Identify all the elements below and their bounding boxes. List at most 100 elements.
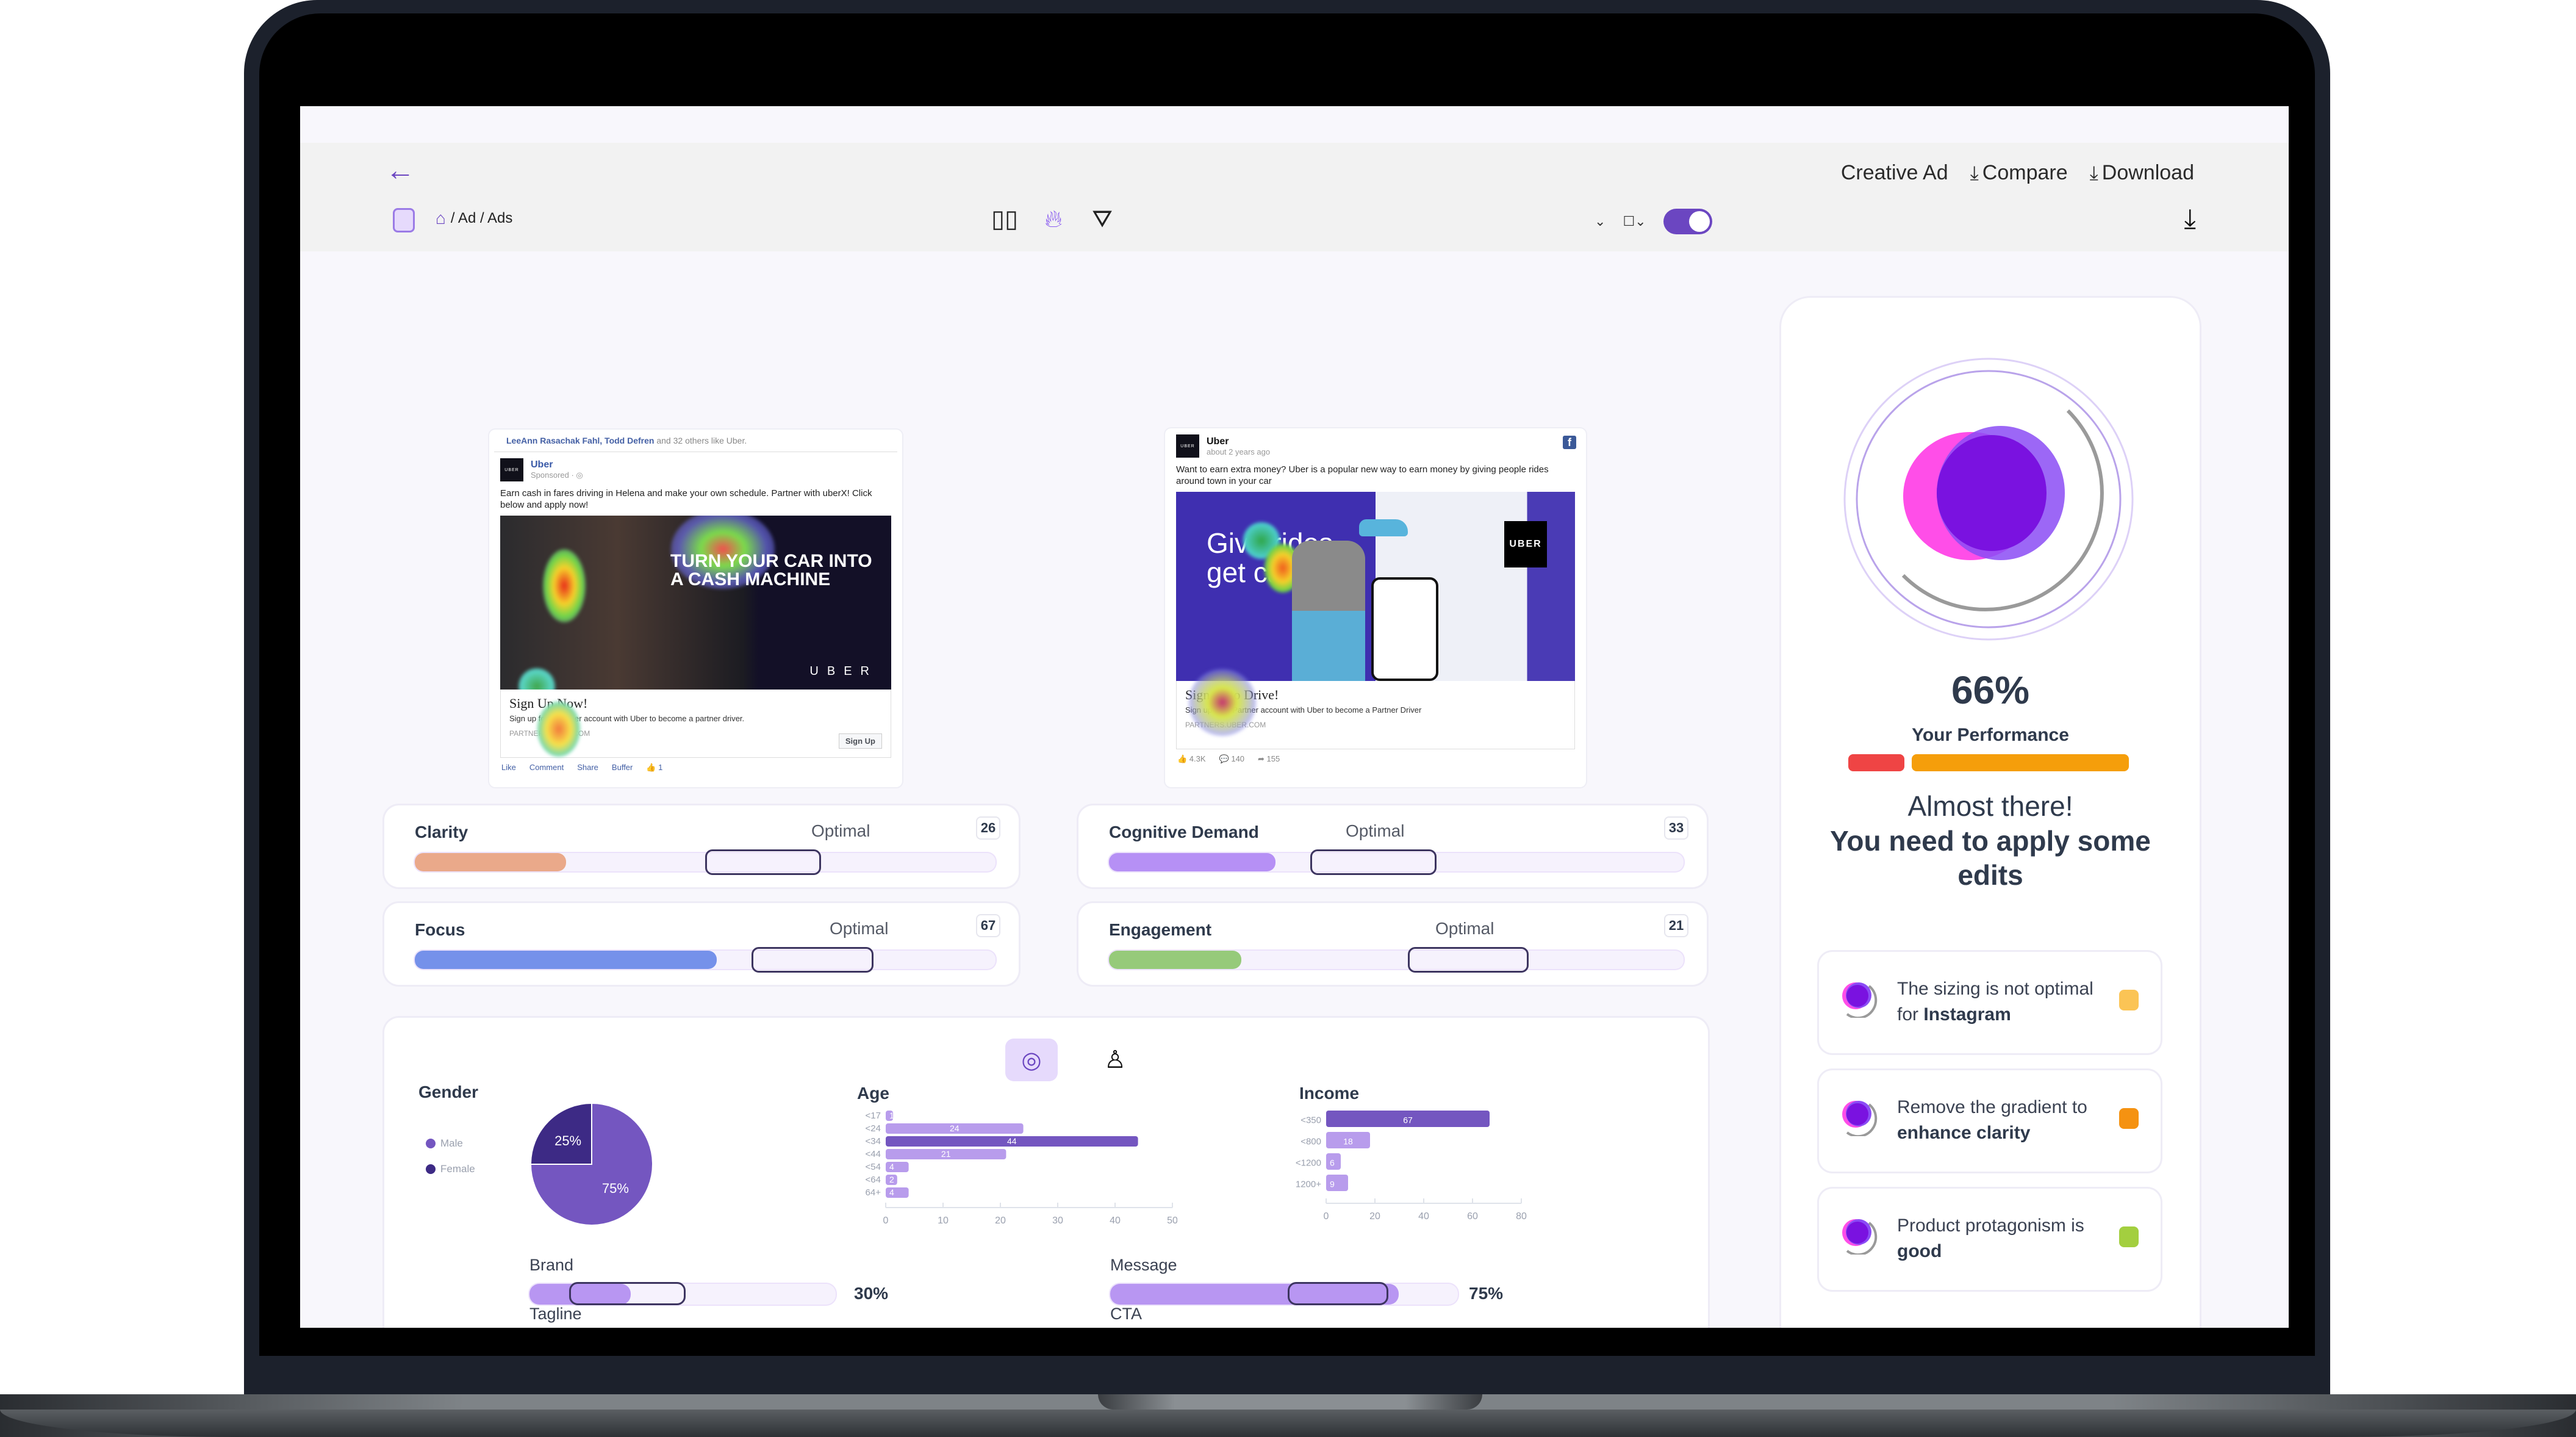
metric-card-focus: Focus Optimal 67 [384,903,1019,985]
metric-bar [1109,947,1684,973]
metric-optimal-window[interactable] [1407,947,1529,973]
metric-optimal-window[interactable] [705,849,822,875]
category-label: <34 [866,1136,881,1147]
download-icon: ⤓ [2089,162,2098,184]
ad-likes-count: 👍 4.3K [1177,754,1206,763]
heatmap-blob [518,668,555,690]
recommendation-text: Product protagonism is good [1897,1216,2084,1261]
gender-pie-chart: 25% 75% [531,1102,653,1226]
ad-footer: Like Comment Share Buffer 👍 1 [489,758,902,777]
cta-label: CTA [1110,1305,1142,1323]
select-checkbox[interactable] [393,208,415,232]
ad-preview-1[interactable]: LeeAnn Rasachak Fahl, Todd Defren and 32… [489,430,902,787]
performance-message-1: Almost there! [1907,790,2073,822]
view-controls: ⌄ ☐⌄ [1595,209,1712,234]
recommendation-card[interactable]: Product protagonism is good [1819,1189,2161,1290]
ad-buffer-link[interactable]: Buffer [612,763,633,773]
metric-value-badge: 26 [976,816,1000,840]
message-optimal-window[interactable] [1287,1282,1388,1305]
bar-value-label: 18 [1343,1136,1353,1146]
eye-scan-icon[interactable]: ◎ [1005,1039,1058,1081]
recommendation-card[interactable]: The sizing is not optimal for Instagram [1819,952,2161,1053]
ad-image: TURN YOUR CAR INTO A CASH MACHINE UBER [500,516,891,690]
person-icon[interactable]: ♙ [1097,1039,1133,1081]
category-label: <800 [1301,1136,1321,1147]
brand-value: 30% [854,1284,889,1303]
recommendation-status-dot [2119,1226,2139,1247]
metric-bar [415,849,996,875]
performance-bar-orange [1912,754,2129,771]
metric-value-badge: 67 [976,914,1000,937]
x-tick-label: 30 [1052,1216,1063,1226]
brand-label: Brand [529,1256,574,1274]
heatmap-flame-icon[interactable]: 🔥︎ [1039,204,1067,234]
ad-share-link[interactable]: Share [577,763,598,773]
ad-preview-2[interactable]: f UBER Uber about 2 years ago Want to ear… [1165,428,1586,787]
ad-cta-box: Sign up to Drive! Sign up for a Partner … [1176,669,1575,749]
category-label: 1200+ [1296,1179,1321,1189]
metric-fill [415,951,717,969]
ad-like-link[interactable]: Like [501,763,516,773]
top-strip [300,106,2289,143]
filter-icon[interactable]: ⛛ [1088,204,1116,234]
message-value: 75% [1469,1284,1504,1303]
heatmap-blob [537,702,580,757]
back-arrow-icon[interactable]: ← [386,156,416,185]
frame-select[interactable]: ☐⌄ [1623,214,1646,229]
recommendation-status-dot [2119,990,2139,1010]
metric-card-engagement: Engagement Optimal 21 [1078,903,1707,985]
ad-timestamp: about 2 years ago [1207,447,1271,456]
recommendation-card[interactable]: Remove the gradient to enhance clarity [1819,1070,2161,1172]
facebook-icon: f [1563,436,1576,449]
bar-value-label: 4 [889,1187,894,1197]
x-tick-label: 50 [1167,1216,1177,1226]
metric-label: Cognitive Demand [1109,823,1259,841]
legend-swatch-female [426,1164,436,1174]
ad-sponsored: Sponsored · ◎ [531,470,583,480]
metric-optimal-window[interactable] [1310,849,1437,875]
ad-signup-button[interactable]: Sign Up [838,733,882,749]
heatmap-toggle[interactable] [1663,209,1712,234]
uber-logo: UBER [500,458,523,481]
message-bar [1110,1282,1458,1305]
ad-shares-count: ➦ 155 [1258,754,1280,763]
dropdown-chevron-icon[interactable]: ⌄ [1595,214,1606,229]
compare-button[interactable]: ⤓ Compare [1970,161,2068,185]
phone-illustration [1371,577,1438,681]
download-button[interactable]: ⤓ Download [2090,161,2194,185]
export-download-icon[interactable]: ⤓ [2184,204,2196,234]
x-tick-label: 40 [1110,1216,1121,1226]
bar-value-label: 6 [1330,1158,1335,1167]
metric-card-clarity: Clarity Optimal 26 [384,805,1019,887]
tagline-label: Tagline [529,1305,582,1323]
metric-fill [1109,853,1276,871]
home-icon[interactable]: ⌂ [436,209,446,228]
ad-footer: 👍 4.3K 💬 140 ➦ 155 [1165,749,1586,769]
category-label: <54 [866,1162,881,1172]
performance-message-2: You need to apply some edits [1830,825,2151,891]
bar-value-label: 4 [889,1162,894,1172]
ad-comment-link[interactable]: Comment [529,763,564,773]
legend-item: Female [426,1163,475,1175]
recommendation-text: Remove the gradient to enhance clarity [1897,1097,2087,1143]
metric-fill [415,853,566,871]
download-icon: ⤓ [1970,162,1979,184]
brand-optimal-window[interactable] [569,1282,686,1305]
x-tick-label: 60 [1467,1211,1478,1222]
metric-label: Engagement [1109,920,1212,939]
audience-panel: ◎ ♙ Gender Male Female 25% 75% Age <17 1 <2… [384,1018,1708,1328]
creative-ad-link[interactable]: Creative Ad [1841,161,1948,185]
metric-fill [1109,951,1241,969]
grid-icon[interactable]: ▯▯ [991,204,1019,234]
ad-comments-count: 💬 140 [1219,754,1245,763]
metric-bar [415,947,996,973]
metric-value-badge: 21 [1664,914,1688,937]
metric-optimal-window[interactable] [752,947,874,973]
ad-body-text: Earn cash in fares driving in Helena and… [500,488,872,510]
performance-label: Your Performance [1912,725,2069,745]
bar-value-label: 9 [1330,1179,1335,1189]
age-bar-chart: <17 1<24 24<34 44<44 21<54 4<64 264+ 40 10 20 30 40… [866,1111,1177,1226]
recommendation-orb-icon [1842,1219,1878,1255]
download-label: Download [2101,161,2194,184]
breadcrumb-path[interactable]: / Ad / Ads [451,210,512,227]
